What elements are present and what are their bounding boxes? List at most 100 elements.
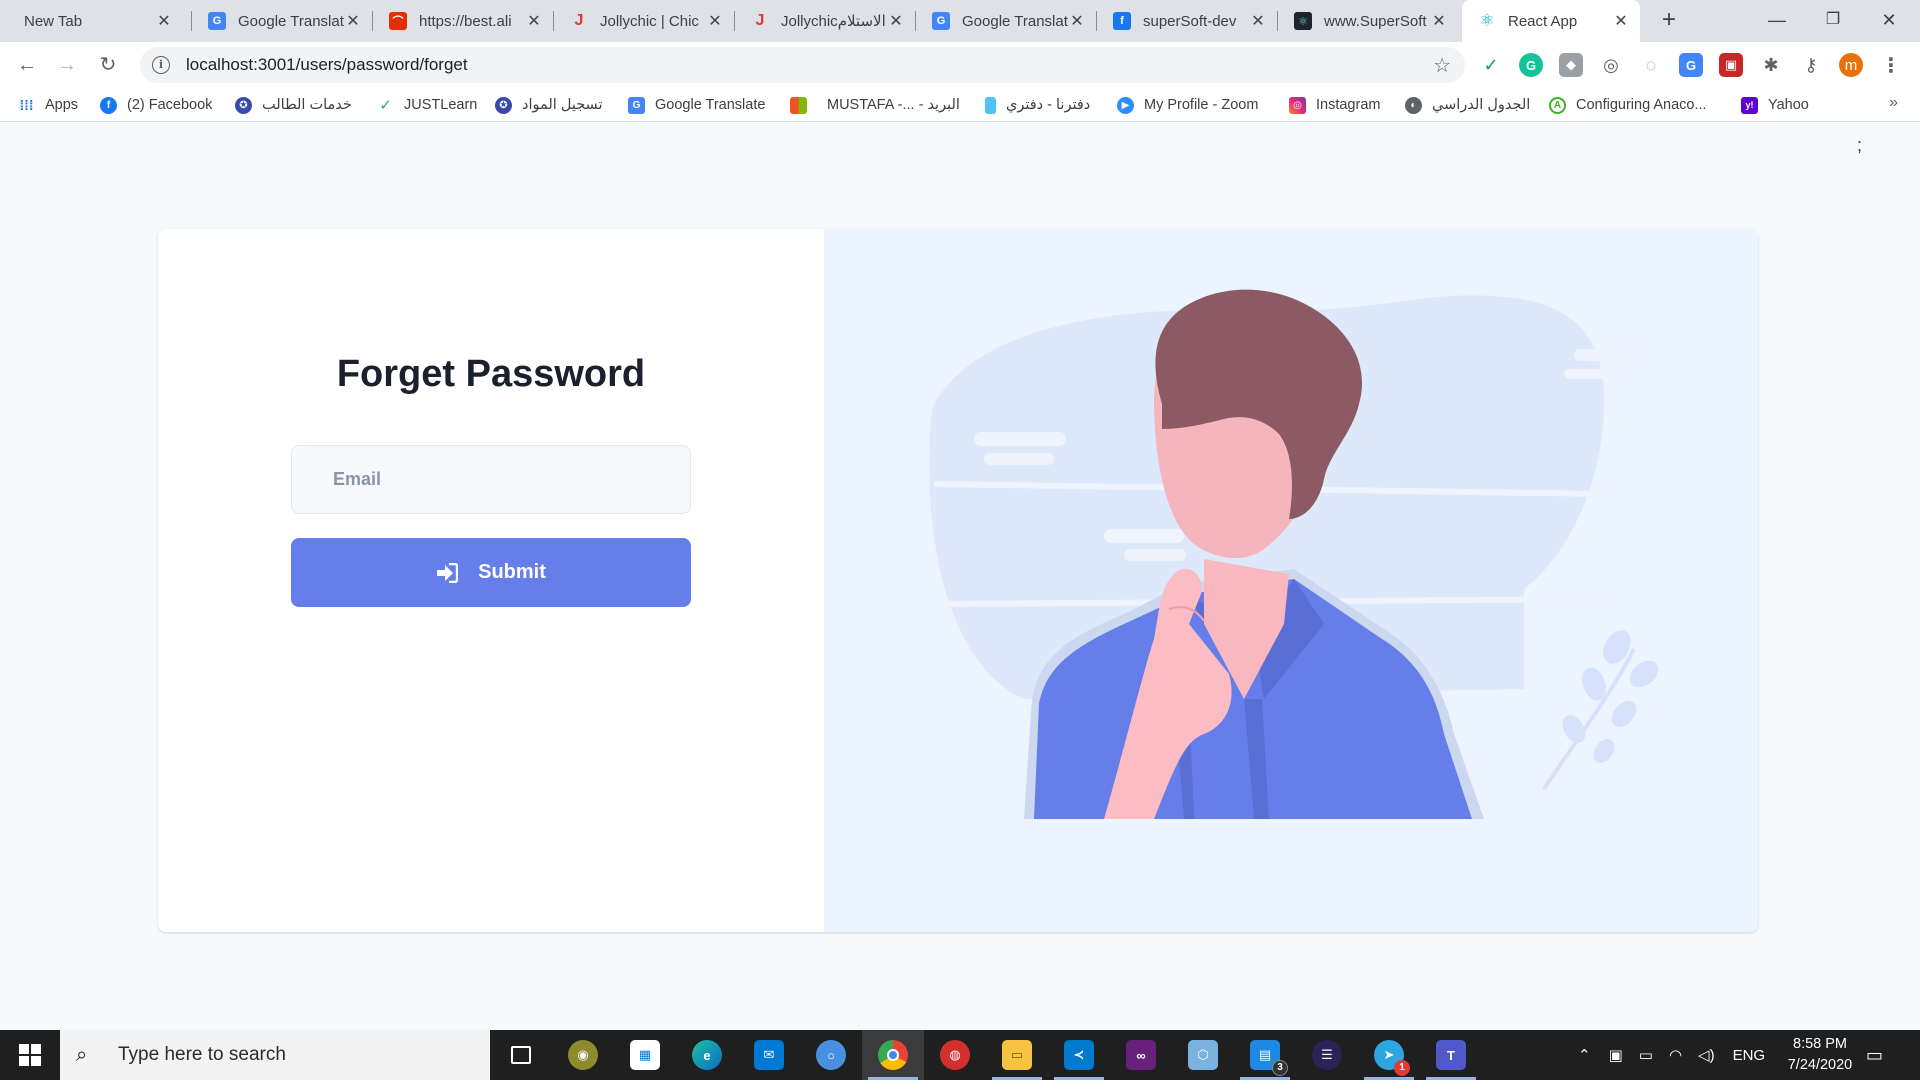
taskbar-app-telegram[interactable]: ➤ 1 — [1358, 1030, 1420, 1080]
bookmark-facebook[interactable]: f (2) Facebook — [100, 95, 212, 115]
picture-extension-icon[interactable]: ▣ — [1719, 53, 1743, 77]
yahoo-icon: y! — [1741, 96, 1758, 114]
bookmark-instagram[interactable]: ◎ Instagram — [1289, 95, 1380, 115]
notifications-icon[interactable]: ▭ — [1866, 1030, 1883, 1080]
close-icon[interactable]: ✕ — [1249, 11, 1267, 31]
bookmark-anaconda[interactable]: A Configuring Anaco... — [1549, 95, 1707, 115]
bookmark-student-services[interactable]: ✪ خدمات الطالب — [235, 95, 352, 115]
bookmark-yahoo[interactable]: y! Yahoo — [1741, 95, 1809, 115]
aliexpress-icon: ⌒ — [389, 12, 407, 30]
bookmark-google-translate[interactable]: G Google Translate — [628, 95, 765, 115]
cube-extension-icon[interactable]: ◆ — [1559, 53, 1583, 77]
tab-title: React App — [1508, 12, 1578, 30]
tab-title: Google Translat — [962, 12, 1068, 30]
close-icon[interactable]: ✕ — [1612, 11, 1630, 31]
puzzle-extensions-icon[interactable]: ✱ — [1759, 53, 1783, 77]
bookmark-label: دفترنا - دفتري — [1006, 97, 1091, 113]
close-icon[interactable]: ✕ — [1430, 11, 1448, 31]
bookmark-label: Configuring Anaco... — [1576, 97, 1707, 113]
taskbar-app-teams[interactable]: T — [1420, 1030, 1482, 1080]
wifi-icon[interactable]: ◠ — [1669, 1046, 1682, 1064]
taskbar-app-eclipse[interactable]: ☰ — [1296, 1030, 1358, 1080]
store-icon: ▦ — [630, 1040, 660, 1070]
close-icon[interactable]: ✕ — [706, 11, 724, 31]
menu-kebab-icon[interactable]: ⋮ — [1879, 53, 1903, 77]
tab-aliexpress[interactable]: ⌒ https://best.ali ✕ — [373, 0, 553, 42]
key-icon[interactable]: ⚷ — [1799, 53, 1823, 77]
visual-studio-icon: ∞ — [1126, 1040, 1156, 1070]
bookmark-label: My Profile - Zoom — [1144, 97, 1259, 113]
back-arrow-icon[interactable]: ← — [12, 50, 42, 80]
task-view-button[interactable] — [490, 1030, 552, 1080]
taskbar-app-visual-studio[interactable]: ∞ — [1110, 1030, 1172, 1080]
google-translate-icon: G — [932, 12, 950, 30]
tab-jollychic-arabic[interactable]: J Jollychicالاستلام ✕ — [735, 0, 915, 42]
bookmark-daftarna[interactable]: دفترنا - دفتري — [985, 95, 1090, 115]
bookmark-label: JUSTLearn — [404, 97, 478, 113]
taskbar-app-compass[interactable]: ◉ — [552, 1030, 614, 1080]
tab-new-tab[interactable]: New Tab ✕ — [8, 0, 183, 42]
close-icon[interactable]: ✕ — [887, 11, 905, 31]
taskbar-app-chrome[interactable] — [862, 1030, 924, 1080]
taskbar-app-files[interactable]: ▤ 3 — [1234, 1030, 1296, 1080]
address-bar-url[interactable]: localhost:3001/users/password/forget — [186, 55, 468, 75]
tab-google-translate-2[interactable]: G Google Translat ✕ — [916, 0, 1096, 42]
bookmark-label: خدمات الطالب — [262, 97, 352, 113]
reload-icon[interactable]: ↻ — [93, 50, 123, 80]
task-view-icon — [511, 1046, 531, 1064]
chevron-up-icon[interactable]: ⌃ — [1578, 1046, 1591, 1064]
windows-start-button[interactable] — [0, 1030, 60, 1080]
forward-arrow-icon[interactable]: → — [52, 50, 82, 80]
info-icon[interactable]: i — [152, 56, 170, 74]
bookmark-outlook-mail[interactable]: MUSTAFA -... - البريد — [790, 95, 960, 115]
security-icon[interactable]: ▣ — [1609, 1046, 1623, 1064]
taskbar-app-box[interactable]: ⬡ — [1172, 1030, 1234, 1080]
bookmark-schedule[interactable]: ◐ الجدول الدراسي — [1405, 95, 1530, 115]
taskbar-app-camera[interactable]: ◍ — [924, 1030, 986, 1080]
profile-avatar[interactable]: m — [1839, 53, 1863, 77]
jollychic-icon: J — [574, 12, 584, 29]
taskbar-app-cortana[interactable]: ○ — [800, 1030, 862, 1080]
badge-count: 3 — [1272, 1060, 1288, 1076]
bookmark-justlearn[interactable]: ✓ JUSTLearn — [377, 95, 477, 115]
email-input[interactable] — [291, 445, 691, 514]
tab-google-translate[interactable]: G Google Translat ✕ — [192, 0, 372, 42]
taskbar-app-store[interactable]: ▦ — [614, 1030, 676, 1080]
taskbar-search[interactable]: ⌕ Type here to search — [60, 1030, 490, 1080]
bookmark-zoom[interactable]: ▶ My Profile - Zoom — [1117, 95, 1258, 115]
grammarly-icon[interactable]: G — [1519, 53, 1543, 77]
tab-supersoft[interactable]: ⚛ www.SuperSoft ✕ — [1278, 0, 1458, 42]
close-icon[interactable]: ✕ — [155, 11, 173, 31]
close-icon[interactable]: ✕ — [525, 11, 543, 31]
taskbar-clock[interactable]: 8:58 PM 7/24/2020 — [1780, 1034, 1860, 1076]
address-bar[interactable]: i localhost:3001/users/password/forget ☆ — [140, 47, 1465, 83]
restore-button[interactable]: ❐ — [1805, 0, 1861, 40]
battery-icon[interactable]: ▭ — [1639, 1046, 1653, 1064]
taskbar-app-edge[interactable]: e — [676, 1030, 738, 1080]
tab-react-app[interactable]: ⚛ React App ✕ — [1462, 0, 1640, 42]
camera-app-icon: ◍ — [940, 1040, 970, 1070]
taskbar-app-file-explorer[interactable]: ▭ — [986, 1030, 1048, 1080]
bookmark-course-registration[interactable]: ✪ تسجيل المواد — [495, 95, 603, 115]
star-icon[interactable]: ☆ — [1433, 53, 1451, 78]
close-window-button[interactable]: ✕ — [1861, 0, 1917, 40]
google-translate-extension-icon[interactable]: G — [1679, 53, 1703, 77]
taskbar-app-mail[interactable]: ✉ — [738, 1030, 800, 1080]
tab-facebook[interactable]: f superSoft-dev ✕ — [1097, 0, 1277, 42]
new-tab-button[interactable]: + — [1655, 6, 1683, 34]
submit-button[interactable]: Submit — [291, 538, 691, 607]
chevron-double-right-icon[interactable]: » — [1889, 94, 1898, 112]
bookmark-apps[interactable]: ⁞⁞⁞ Apps — [18, 95, 79, 115]
vpn-extension-icon[interactable]: ◎ — [1599, 53, 1623, 77]
checkmark-extension-icon[interactable]: ✓ — [1479, 53, 1503, 77]
volume-icon[interactable]: ◁) — [1698, 1046, 1715, 1064]
close-icon[interactable]: ✕ — [1068, 11, 1086, 31]
language-indicator[interactable]: ENG — [1733, 1047, 1766, 1064]
timer-extension-icon[interactable]: ◌ — [1639, 53, 1663, 77]
bookmark-label: Apps — [45, 97, 79, 113]
anaconda-icon: A — [1549, 96, 1566, 114]
tab-jollychic[interactable]: J Jollychic | Chic ✕ — [554, 0, 734, 42]
taskbar-app-vscode[interactable]: ≺ — [1048, 1030, 1110, 1080]
minimize-button[interactable]: — — [1749, 0, 1805, 40]
close-icon[interactable]: ✕ — [344, 11, 362, 31]
